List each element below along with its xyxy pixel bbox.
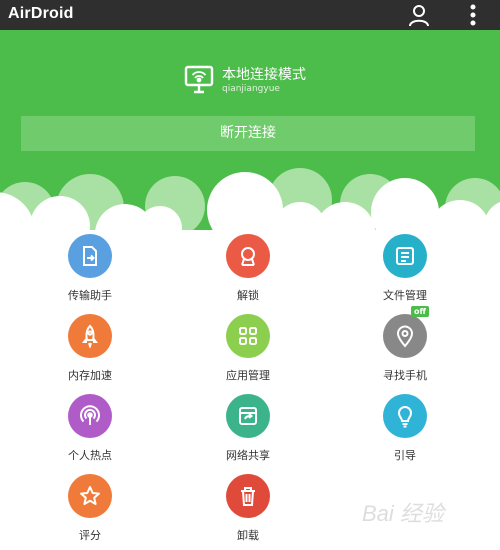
lightbulb-icon <box>383 394 427 438</box>
tool-app-manager[interactable]: 应用管理 <box>193 314 303 383</box>
file-transfer-icon <box>68 234 112 278</box>
tool-memory-boost[interactable]: 内存加速 <box>35 314 145 383</box>
rocket-icon <box>68 314 112 358</box>
tool-guide[interactable]: 引导 <box>350 394 460 463</box>
tool-uninstall[interactable]: 卸载 <box>193 474 303 543</box>
tool-label: 引导 <box>394 449 416 462</box>
tool-label: 传输助手 <box>68 289 112 302</box>
tool-label: 寻找手机 <box>383 369 427 382</box>
off-badge: off <box>411 306 429 317</box>
hotspot-icon <box>68 394 112 438</box>
file-manager-icon <box>383 234 427 278</box>
trash-icon <box>226 474 270 518</box>
tool-label: 解锁 <box>237 289 259 302</box>
tool-grid: 传输助手 解锁 文件管理 内存加速 应用管理 off 寻找手机 个人热点 网络共… <box>0 0 500 550</box>
tool-network-share[interactable]: 网络共享 <box>193 394 303 463</box>
tool-hotspot[interactable]: 个人热点 <box>35 394 145 463</box>
tool-label: 评分 <box>79 529 101 542</box>
tool-label: 文件管理 <box>383 289 427 302</box>
tool-rate[interactable]: 评分 <box>35 474 145 543</box>
watermark: Bai 经验 <box>362 501 444 526</box>
tool-file-transfer[interactable]: 传输助手 <box>35 234 145 303</box>
tool-find-phone[interactable]: off 寻找手机 <box>350 306 460 383</box>
location-pin-icon: off <box>383 306 429 358</box>
tool-label: 应用管理 <box>226 369 270 382</box>
tool-file-manager[interactable]: 文件管理 <box>350 234 460 303</box>
tool-label: 网络共享 <box>226 449 270 462</box>
tool-label: 内存加速 <box>68 369 112 382</box>
app-grid-icon <box>226 314 270 358</box>
unlock-icon <box>226 234 270 278</box>
tool-label: 卸载 <box>237 529 259 542</box>
tool-unlock[interactable]: 解锁 <box>193 234 303 303</box>
star-icon <box>68 474 112 518</box>
network-share-icon <box>226 394 270 438</box>
tool-label: 个人热点 <box>68 449 112 462</box>
